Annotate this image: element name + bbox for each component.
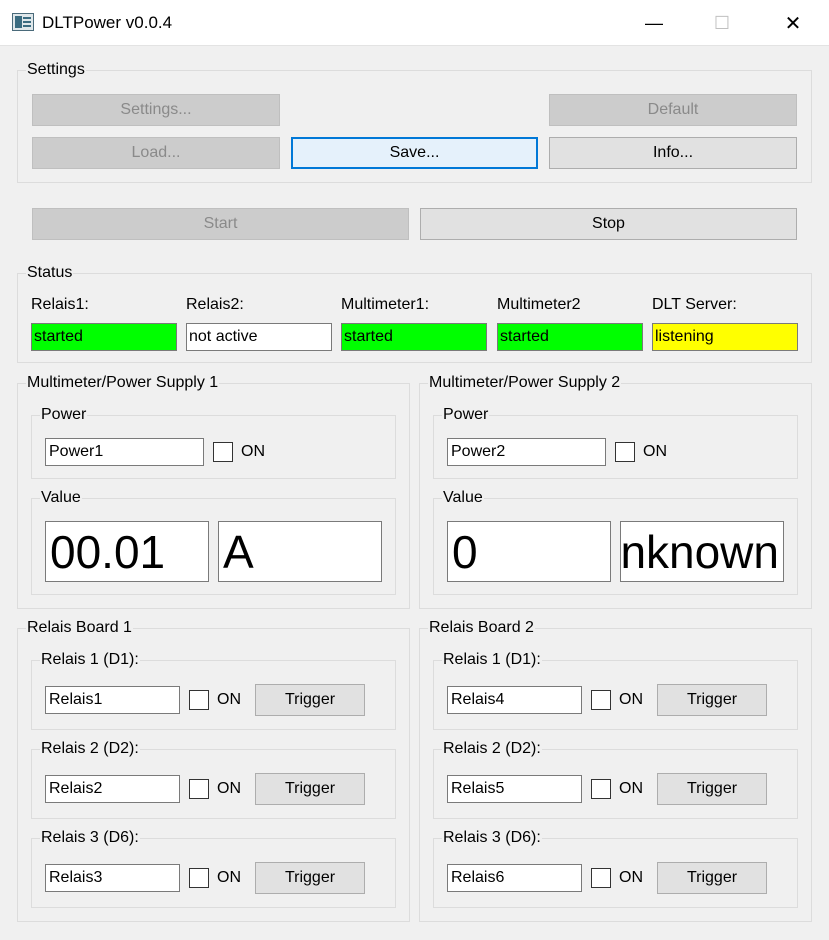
start-button[interactable]: Start <box>32 208 409 240</box>
title-bar[interactable]: DLTPower v0.0.4 — ☐ ✕ <box>0 0 829 46</box>
relais3-on-checkbox[interactable] <box>189 868 209 888</box>
relais1-on-checkbox[interactable] <box>189 690 209 710</box>
minimize-button[interactable]: — <box>625 0 683 46</box>
info-button[interactable]: Info... <box>549 137 797 169</box>
relais3-trigger-button[interactable]: Trigger <box>255 862 365 894</box>
relais5-trigger-button[interactable]: Trigger <box>657 773 767 805</box>
multimeter2-group-title: Multimeter/Power Supply 2 <box>428 374 622 392</box>
relais6-trigger-button[interactable]: Trigger <box>657 862 767 894</box>
status-label-multimeter2: Multimeter2 <box>497 296 581 313</box>
multimeter2-value-display: 0 <box>447 521 611 582</box>
default-button[interactable]: Default <box>549 94 797 126</box>
relais1-name-input[interactable]: Relais1 <box>45 686 180 714</box>
relais3-name-input[interactable]: Relais3 <box>45 864 180 892</box>
relais2-trigger-button[interactable]: Trigger <box>255 773 365 805</box>
window-title: DLTPower v0.0.4 <box>42 13 173 32</box>
save-button[interactable]: Save... <box>291 137 538 169</box>
multimeter2-power-label: Power <box>442 406 490 424</box>
relais-board1-title: Relais Board 1 <box>26 619 133 637</box>
status-label-relais1: Relais1: <box>31 296 89 313</box>
stop-button[interactable]: Stop <box>420 208 797 240</box>
settings-button[interactable]: Settings... <box>32 94 280 126</box>
relais2-label: Relais 2 (D2): <box>40 740 140 758</box>
multimeter1-power-on-label: ON <box>241 443 265 460</box>
relais6-on-label: ON <box>619 869 643 886</box>
multimeter1-value-label: Value <box>40 489 82 507</box>
settings-group-title: Settings <box>26 61 86 79</box>
multimeter2-power-name-input[interactable]: Power2 <box>447 438 606 466</box>
relais1-trigger-button[interactable]: Trigger <box>255 684 365 716</box>
relais1-on-label: ON <box>217 691 241 708</box>
maximize-button: ☐ <box>713 12 731 33</box>
multimeter2-power-on-label: ON <box>643 443 667 460</box>
relais6-label: Relais 3 (D6): <box>442 829 542 847</box>
close-button[interactable]: ✕ <box>764 0 822 46</box>
status-field-multimeter1: started <box>341 323 487 351</box>
relais5-label: Relais 2 (D2): <box>442 740 542 758</box>
relais5-on-checkbox[interactable] <box>591 779 611 799</box>
status-group-title: Status <box>26 264 74 282</box>
relais2-on-checkbox[interactable] <box>189 779 209 799</box>
multimeter1-power-on-checkbox[interactable] <box>213 442 233 462</box>
relais4-name-input[interactable]: Relais4 <box>447 686 582 714</box>
relais3-on-label: ON <box>217 869 241 886</box>
load-button[interactable]: Load... <box>32 137 280 169</box>
status-label-multimeter1: Multimeter1: <box>341 296 430 313</box>
status-label-dlt-server: DLT Server: <box>652 296 737 313</box>
multimeter1-unit-display: A <box>218 521 382 582</box>
multimeter2-power-on-checkbox[interactable] <box>615 442 635 462</box>
status-field-multimeter2: started <box>497 323 643 351</box>
relais4-trigger-button[interactable]: Trigger <box>657 684 767 716</box>
multimeter2-value-label: Value <box>442 489 484 507</box>
relais4-on-checkbox[interactable] <box>591 690 611 710</box>
relais5-name-input[interactable]: Relais5 <box>447 775 582 803</box>
multimeter1-power-label: Power <box>40 406 88 424</box>
relais-board2-title: Relais Board 2 <box>428 619 535 637</box>
status-field-relais1: started <box>31 323 177 351</box>
relais1-label: Relais 1 (D1): <box>40 651 140 669</box>
relais4-on-label: ON <box>619 691 643 708</box>
multimeter1-value-display: 00.01 <box>45 521 209 582</box>
relais6-name-input[interactable]: Relais6 <box>447 864 582 892</box>
relais6-on-checkbox[interactable] <box>591 868 611 888</box>
relais3-label: Relais 3 (D6): <box>40 829 140 847</box>
app-icon <box>12 13 34 31</box>
relais5-on-label: ON <box>619 780 643 797</box>
multimeter2-unit-display: nknown <box>620 521 784 582</box>
multimeter1-power-name-input[interactable]: Power1 <box>45 438 204 466</box>
relais2-on-label: ON <box>217 780 241 797</box>
status-field-relais2: not active <box>186 323 332 351</box>
multimeter1-group-title: Multimeter/Power Supply 1 <box>26 374 220 392</box>
status-field-dlt-server: listening <box>652 323 798 351</box>
relais4-label: Relais 1 (D1): <box>442 651 542 669</box>
status-label-relais2: Relais2: <box>186 296 244 313</box>
relais2-name-input[interactable]: Relais2 <box>45 775 180 803</box>
